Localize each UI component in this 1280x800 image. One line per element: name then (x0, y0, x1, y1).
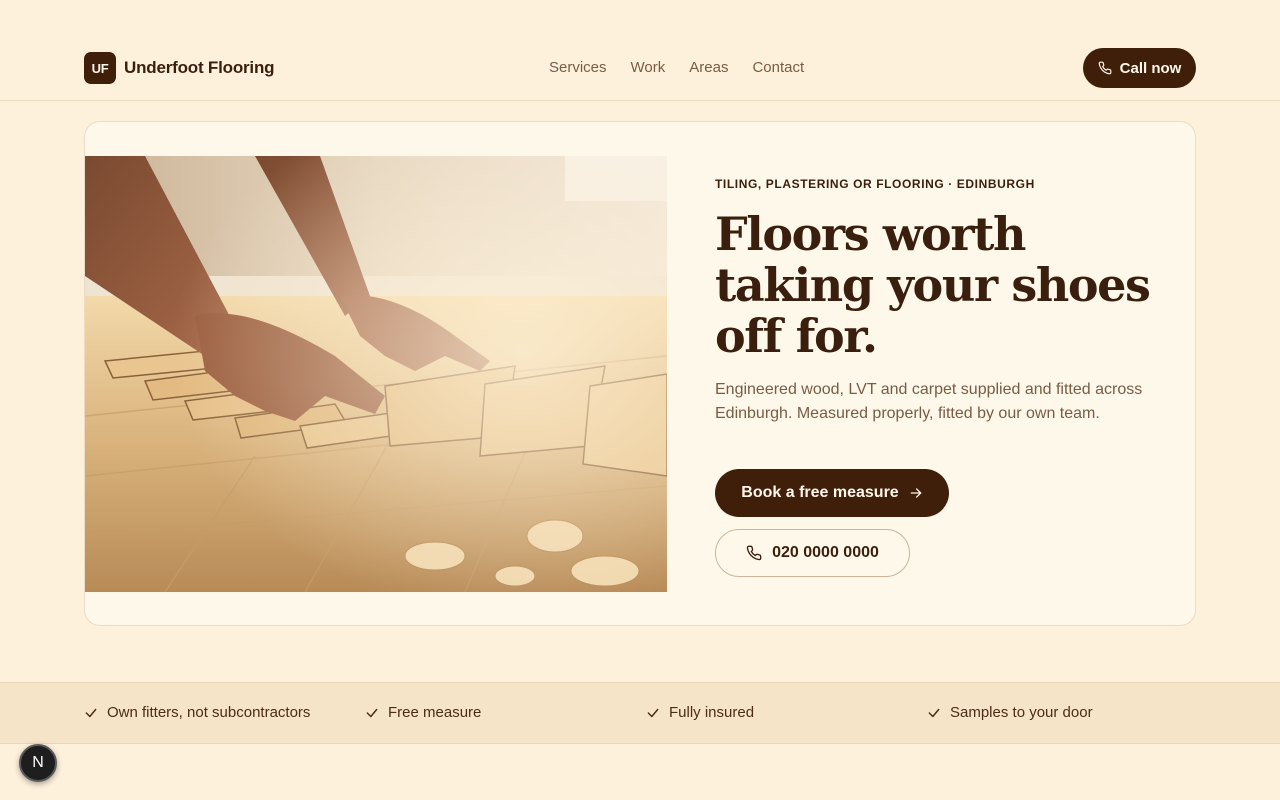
hero-headline-line-2: taking your shoes (715, 258, 1151, 312)
hero-eyebrow: TILING, PLASTERING OR FLOORING · EDINBUR… (715, 177, 1035, 191)
hero-subcopy: Engineered wood, LVT and carpet supplied… (715, 381, 1143, 422)
hero-headline-line-3: off for. (715, 309, 878, 363)
brand-logo[interactable]: UF Underfoot Flooring (84, 52, 275, 84)
trust-item-label: Samples to your door (950, 704, 1093, 721)
hero-copy: TILING, PLASTERING OR FLOORING · EDINBUR… (715, 177, 1155, 577)
brand-name: Underfoot Flooring (124, 58, 275, 77)
check-icon (85, 708, 97, 717)
call-now-button[interactable]: Call now (1083, 48, 1196, 88)
trust-strip: Own fitters, not subcontractors Free mea… (0, 682, 1280, 744)
nav-item-contact[interactable]: Contact (752, 59, 804, 76)
trust-item-own-fitters: Own fitters, not subcontractors (84, 704, 310, 721)
nav-item-services[interactable]: Services (549, 59, 607, 76)
trust-item-samples: Samples to your door (927, 704, 1093, 721)
trust-item-free-measure: Free measure (365, 704, 481, 721)
nav-item-work[interactable]: Work (631, 59, 666, 76)
trust-item-label: Free measure (388, 704, 482, 721)
hero-headline: Floors worth taking your shoes off for. (715, 209, 1155, 362)
nav-item-areas[interactable]: Areas (689, 59, 728, 76)
phone-icon (1098, 61, 1112, 75)
phone-icon (746, 545, 762, 561)
site-header: UF Underfoot Flooring Services Work Area… (0, 0, 1280, 101)
dev-tools-badge[interactable]: N (19, 744, 57, 782)
trust-item-label: Fully insured (669, 704, 755, 721)
hero-photo (85, 156, 667, 592)
main-nav: Services Work Areas Contact (549, 59, 804, 76)
check-icon (366, 708, 378, 717)
call-now-label: Call now (1119, 59, 1182, 77)
book-free-measure-label: Book a free measure (741, 484, 899, 501)
hero-card: TILING, PLASTERING OR FLOORING · EDINBUR… (84, 121, 1196, 626)
logo-mark: UF (84, 52, 116, 84)
book-free-measure-button[interactable]: Book a free measure (715, 469, 949, 517)
check-icon (647, 708, 659, 717)
trust-item-label: Own fitters, not subcontractors (107, 704, 311, 721)
check-icon (928, 708, 940, 717)
phone-number-button[interactable]: 020 0000 0000 (715, 529, 910, 577)
trust-item-fully-insured: Fully insured (646, 704, 754, 721)
hero-headline-line-1: Floors worth (715, 207, 1026, 261)
phone-number-label: 020 0000 0000 (772, 544, 879, 561)
arrow-right-icon (910, 488, 922, 498)
